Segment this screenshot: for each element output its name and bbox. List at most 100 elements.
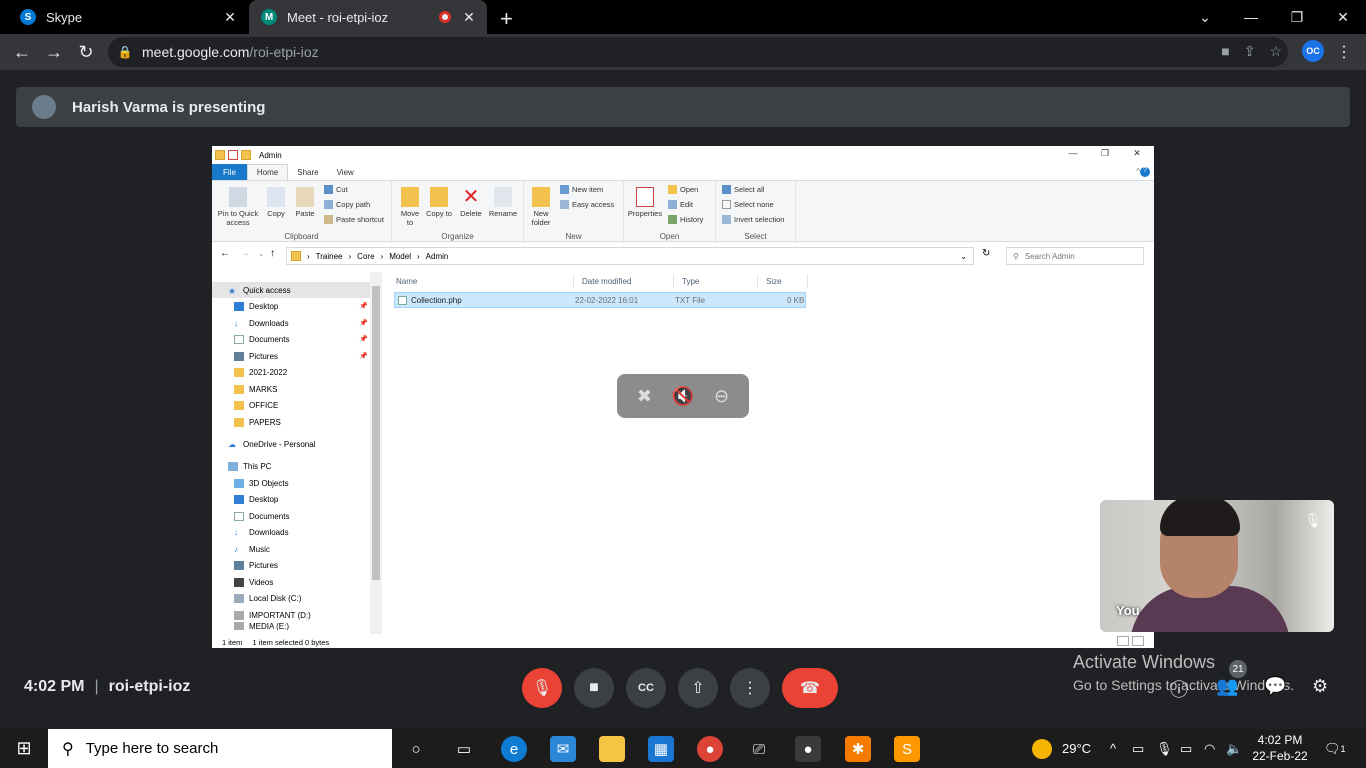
close-window-button[interactable]: ✕ xyxy=(1320,0,1366,34)
invert-selection-button[interactable]: Invert selection xyxy=(722,215,784,224)
leave-call-button[interactable]: ☎ xyxy=(782,668,838,708)
lock-icon[interactable]: 🔒 xyxy=(108,45,142,59)
chat-icon[interactable]: 💬 xyxy=(1264,676,1286,697)
edge-icon[interactable]: e xyxy=(501,736,527,762)
activities-icon[interactable]: ⚙ xyxy=(1312,676,1328,697)
breadcrumb-trainee[interactable]: Trainee xyxy=(316,252,343,261)
captions-button[interactable]: CC xyxy=(626,668,666,708)
more-options-button[interactable]: ⋮ xyxy=(730,668,770,708)
nav-folder-marks[interactable]: MARKS xyxy=(212,381,370,397)
new-folder-icon[interactable] xyxy=(241,150,251,160)
address-bar[interactable]: 🔒 meet.google.com/roi-etpi-ioz ■ ⇪ ☆ xyxy=(108,37,1288,67)
restore-button[interactable]: ❐ xyxy=(1274,0,1320,34)
pin-off-icon[interactable]: ✖ xyxy=(637,386,652,407)
nav-pc-documents[interactable]: Documents xyxy=(212,508,370,524)
explorer-address-bar[interactable]: › Trainee › Core › Model › Admin ⌄ xyxy=(286,247,974,265)
bookmark-star-icon[interactable]: ☆ xyxy=(1269,43,1282,60)
info-icon[interactable]: ⓘ xyxy=(1170,676,1188,702)
properties-icon[interactable] xyxy=(228,150,238,160)
cortana-icon[interactable]: ○ xyxy=(403,736,429,762)
tab-skype[interactable]: S Skype ✕ xyxy=(8,0,248,34)
mail-icon[interactable]: ✉ xyxy=(550,736,576,762)
open-button[interactable]: Open xyxy=(668,185,698,194)
easy-access-button[interactable]: Easy access xyxy=(560,200,614,209)
people-icon[interactable]: 👥 xyxy=(1216,676,1238,697)
details-view-button[interactable] xyxy=(1117,636,1129,646)
ribbon-tab-file[interactable]: File xyxy=(212,164,247,180)
forward-icon[interactable]: → xyxy=(240,248,250,259)
notifications-icon[interactable]: 🗨 1 xyxy=(1324,729,1346,768)
back-icon[interactable]: ← xyxy=(10,40,34,64)
self-video-tile[interactable]: You 🎙 xyxy=(1100,500,1334,632)
cut-button[interactable]: Cut xyxy=(324,185,348,194)
scrollbar-thumb[interactable] xyxy=(372,286,380,580)
minimize-button[interactable]: — xyxy=(1228,0,1274,34)
nav-quick-access[interactable]: ★ Quick access xyxy=(212,282,370,298)
extension-icon[interactable]: OC xyxy=(1302,40,1324,62)
help-icon[interactable]: ? xyxy=(1140,167,1150,177)
taskbar-clock[interactable]: 4:02 PM 22-Feb-22 xyxy=(1250,732,1310,764)
chrome-meet-icon[interactable]: ● xyxy=(795,736,821,762)
history-button[interactable]: History xyxy=(668,215,703,224)
app-icon[interactable]: ⎚ xyxy=(746,736,772,762)
windows-start-icon[interactable]: ⊞ xyxy=(0,729,48,768)
up-icon[interactable]: ↑ xyxy=(270,248,275,259)
table-row[interactable]: Collection.php 22-02-2022 16:01 TXT File… xyxy=(394,292,806,308)
nav-music[interactable]: ♪ Music xyxy=(212,541,370,557)
show-hidden-icons-icon[interactable]: ^ xyxy=(1110,729,1116,768)
reload-icon[interactable]: ↻ xyxy=(74,40,98,64)
nav-pc-desktop[interactable]: Desktop xyxy=(212,491,370,507)
nav-media-e[interactable]: MEDIA (E:) xyxy=(212,622,370,630)
paste-button[interactable]: Paste xyxy=(292,187,318,218)
copy-button[interactable]: Copy xyxy=(264,187,288,218)
close-tab-icon[interactable]: ✕ xyxy=(459,9,479,26)
battery-icon[interactable]: ▭ xyxy=(1180,729,1192,768)
recent-locations-icon[interactable]: ⌄ xyxy=(258,249,265,258)
file-explorer-icon[interactable] xyxy=(599,736,625,762)
select-all-button[interactable]: Select all xyxy=(722,185,764,194)
xampp-icon[interactable]: ✱ xyxy=(845,736,871,762)
ribbon-tab-view[interactable]: View xyxy=(328,164,363,180)
explorer-restore-button[interactable]: ❐ xyxy=(1090,148,1120,159)
select-none-button[interactable]: Select none xyxy=(722,200,774,209)
new-tab-button[interactable]: + xyxy=(500,6,513,32)
column-size[interactable]: Size xyxy=(758,274,808,288)
present-button[interactable]: ⇧ xyxy=(678,668,718,708)
back-icon[interactable]: ← xyxy=(220,248,230,259)
nav-documents[interactable]: Documents 📌 xyxy=(212,331,370,347)
breadcrumb-core[interactable]: Core xyxy=(357,252,374,261)
explorer-minimize-button[interactable]: — xyxy=(1058,148,1088,158)
breadcrumb-model[interactable]: Model xyxy=(389,252,411,261)
chrome-icon[interactable]: ● xyxy=(697,736,723,762)
nav-onedrive[interactable]: ☁ OneDrive - Personal xyxy=(212,436,370,452)
store-icon[interactable]: ▦ xyxy=(648,736,674,762)
ribbon-tab-home[interactable]: Home xyxy=(246,164,289,180)
volume-mute-icon[interactable]: 🔇 xyxy=(672,386,694,407)
explorer-search-input[interactable]: ⚲ Search Admin xyxy=(1006,247,1144,265)
explorer-close-button[interactable]: ✕ xyxy=(1122,148,1152,159)
nav-videos[interactable]: Videos xyxy=(212,574,370,590)
nav-important-d[interactable]: IMPORTANT (D:) xyxy=(212,607,370,623)
ribbon-tab-share[interactable]: Share xyxy=(288,164,327,180)
camera-toggle-button[interactable]: ■ xyxy=(574,668,614,708)
mic-toggle-button[interactable]: 🎙 xyxy=(522,668,562,708)
copy-to-button[interactable]: Copy to xyxy=(426,187,452,218)
nav-folder-2021-2022[interactable]: 2021-2022 xyxy=(212,364,370,380)
nav-desktop[interactable]: Desktop 📌 xyxy=(212,298,370,314)
forward-icon[interactable]: → xyxy=(42,40,66,64)
microphone-icon[interactable]: 🎙 xyxy=(1156,729,1173,768)
camera-icon[interactable]: ■ xyxy=(1221,43,1229,60)
nav-local-disk-c[interactable]: Local Disk (C:) xyxy=(212,590,370,606)
new-item-button[interactable]: New item xyxy=(560,185,603,194)
share-icon[interactable]: ⇪ xyxy=(1244,43,1256,60)
remove-icon[interactable]: ⊖ xyxy=(714,386,729,407)
pin-quick-access-button[interactable]: Pin to Quick access xyxy=(216,187,260,227)
nav-pictures[interactable]: Pictures 📌 xyxy=(212,348,370,364)
nav-downloads[interactable]: ↓ Downloads 📌 xyxy=(212,315,370,331)
breadcrumb-admin[interactable]: Admin xyxy=(426,252,449,261)
properties-button[interactable]: Properties xyxy=(626,187,664,218)
meet-now-icon[interactable]: ▭ xyxy=(1132,729,1144,768)
weather[interactable]: 29°C xyxy=(1032,729,1091,768)
nav-folder-office[interactable]: OFFICE xyxy=(212,397,370,413)
close-tab-icon[interactable]: ✕ xyxy=(220,9,240,26)
